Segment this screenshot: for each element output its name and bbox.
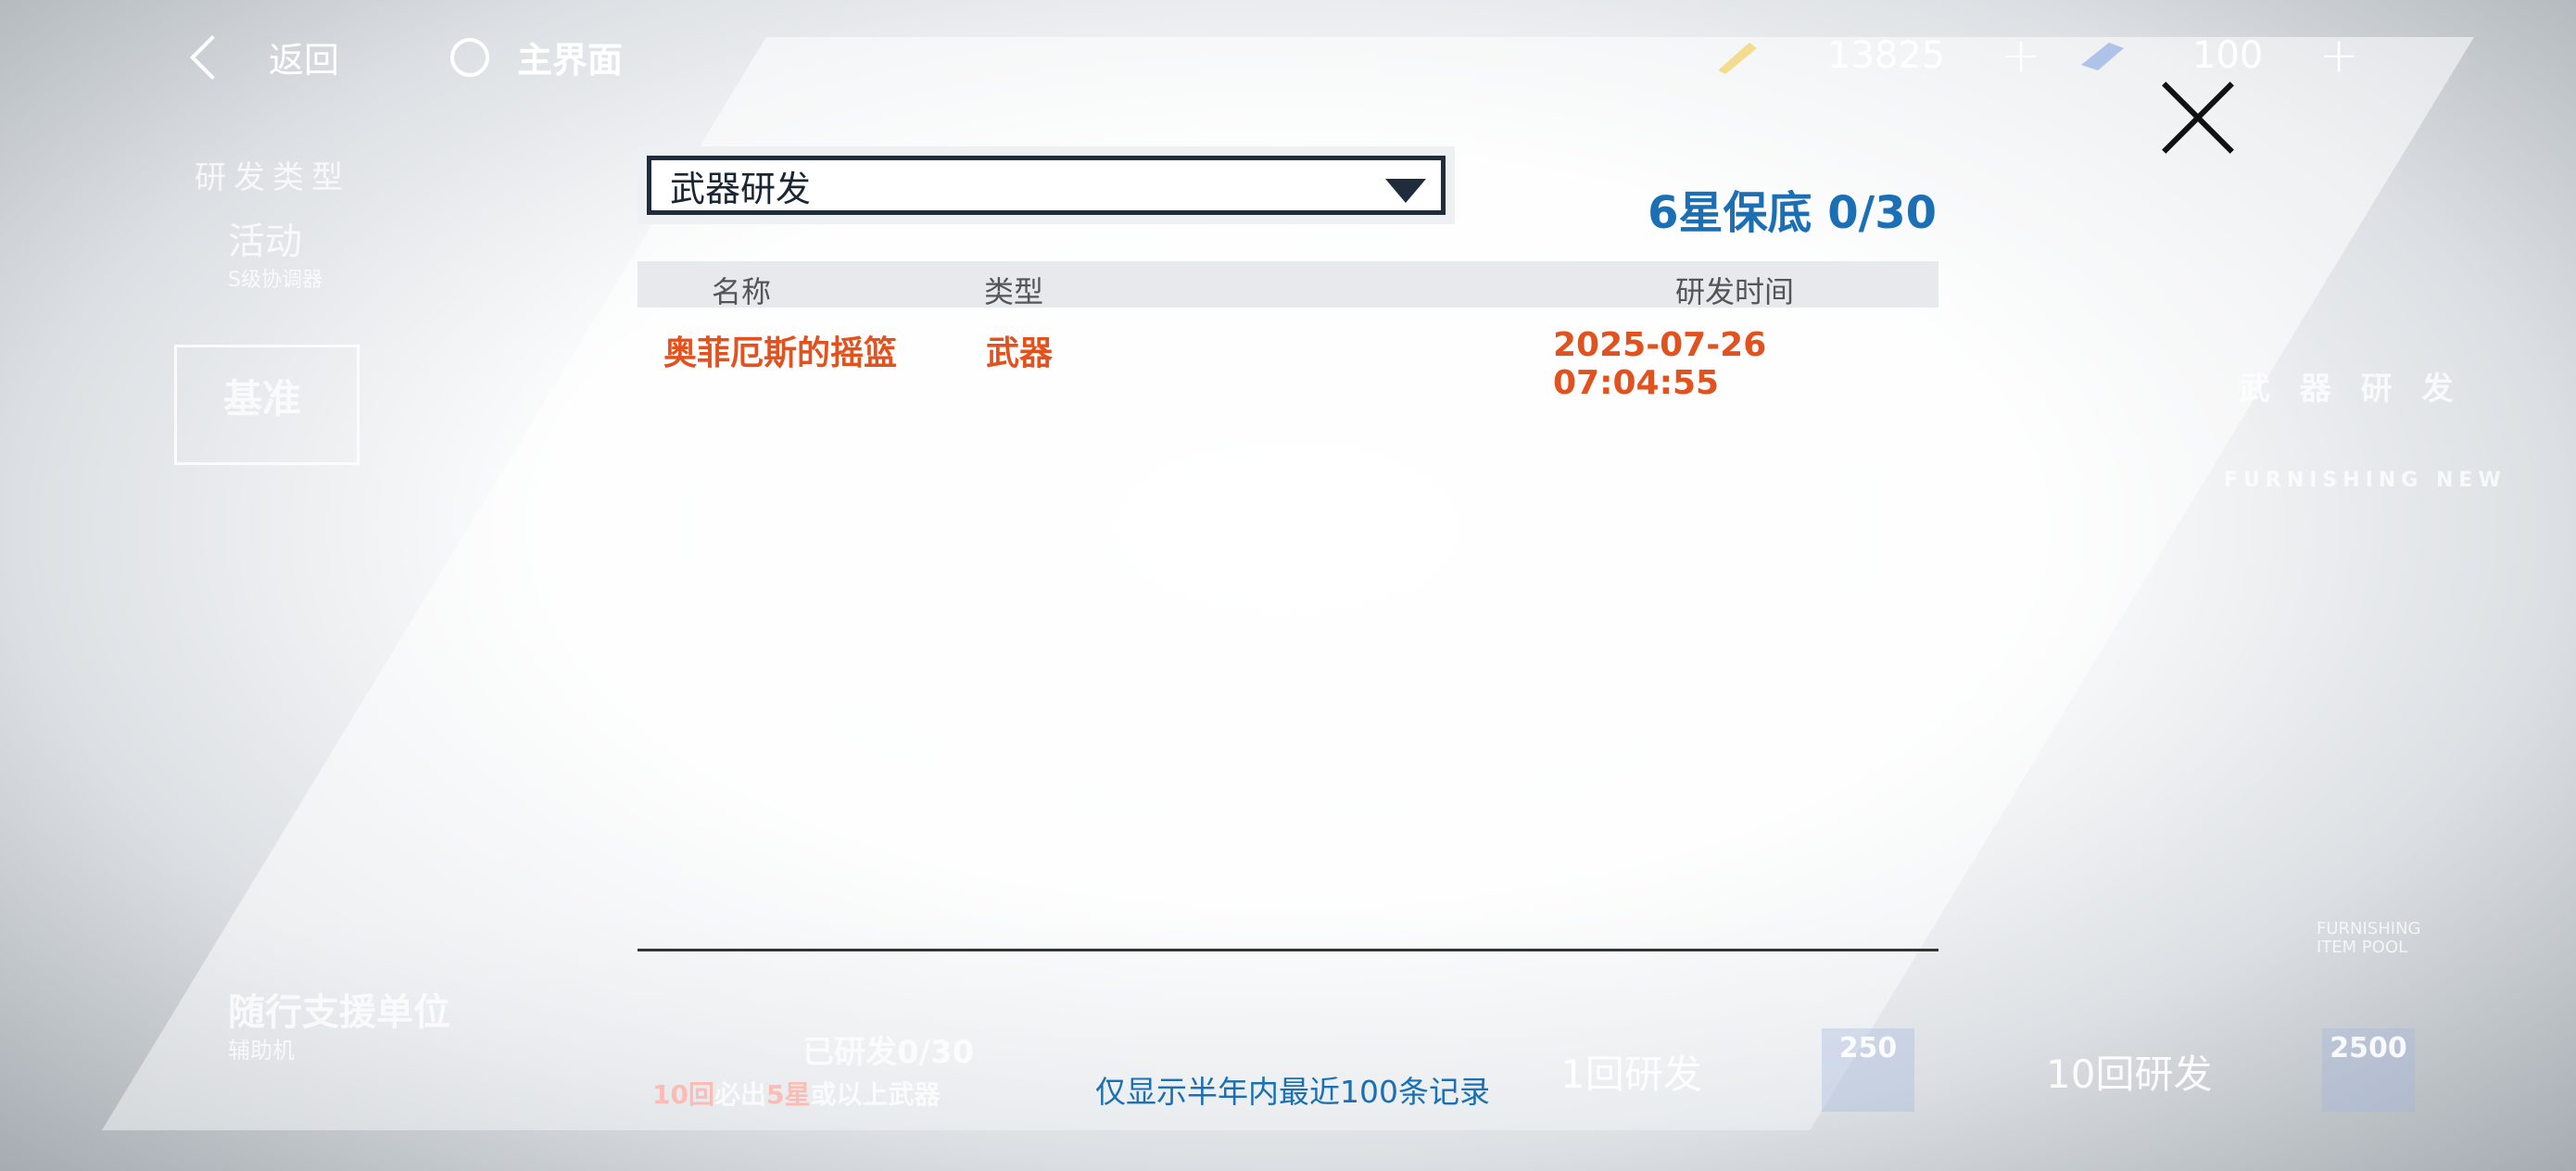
ten-draw-cost: 2500: [2322, 1028, 2415, 1112]
column-time: 研发时间: [1675, 274, 1795, 309]
back-button[interactable]: 返回: [189, 31, 340, 82]
pool-title: 武 器 研 发: [2239, 371, 2463, 408]
guarantee-rule-rest: 或以上武器: [810, 1079, 941, 1110]
guarantee-progress: 已研发0/30: [802, 1034, 975, 1071]
activity-sub: S级协调器: [228, 269, 322, 292]
guarantee-rule: 10回必出5星或以上武器: [652, 1075, 940, 1112]
record-name: 奥菲厄斯的摇篮: [663, 334, 898, 372]
history-note: 仅显示半年内最近100条记录: [1095, 1074, 1490, 1110]
currency-1-add-button[interactable]: +: [2001, 28, 2041, 83]
single-draw-cost-value: 250: [1838, 1032, 1898, 1064]
pool-dropdown[interactable]: 武器研发: [647, 156, 1446, 215]
standard-label: 基准: [223, 376, 302, 422]
back-label: 返回: [269, 40, 340, 81]
column-name: 名称: [712, 274, 772, 309]
guarantee-rule-star: 5星: [765, 1079, 811, 1110]
activity-item[interactable]: 活动: [228, 211, 302, 265]
ten-draw-cost-value: 2500: [2330, 1032, 2407, 1064]
pool-dropdown-value: 武器研发: [670, 168, 812, 209]
currency-2: 100 +: [2077, 28, 2359, 83]
history-dialog: 武器研发 6星保底 0/30 名称 类型 研发时间 奥菲厄斯的摇篮 武器 202…: [638, 148, 1938, 952]
table-row: 奥菲厄斯的摇篮 武器 2025-07-26 07:04:55: [638, 317, 1938, 402]
support-sub: 辅助机: [228, 1038, 295, 1064]
currency-2-add-button[interactable]: +: [2318, 28, 2359, 83]
triangle-down-icon: [1385, 179, 1426, 203]
home-label: 主界面: [517, 40, 624, 81]
single-draw-cost: 250: [1822, 1028, 1914, 1112]
ticket-currency-icon: [2081, 43, 2124, 70]
single-draw-button[interactable]: 1回研发: [1560, 1043, 1702, 1100]
guarantee-rule-must: 必出: [713, 1079, 766, 1110]
currency-2-value: 100: [2192, 34, 2264, 77]
guarantee-rule-count: 10回: [652, 1079, 714, 1110]
table-bottom-divider: [638, 949, 1938, 951]
chevron-left-icon: [189, 34, 235, 80]
pen-currency-icon: [1718, 43, 1757, 74]
section-title: 研发类型: [195, 159, 350, 196]
ten-draw-button[interactable]: 10回研发: [2046, 1043, 2212, 1100]
table-header: 名称 类型 研发时间: [638, 261, 1938, 309]
standard-item[interactable]: 基准: [174, 345, 360, 465]
record-time: 2025-07-26 07:04:55: [1553, 326, 1767, 402]
currency-1: 13825 +: [1712, 28, 2041, 83]
pool-sub-3: ITEM POOL: [2317, 938, 2408, 957]
pool-sub-2: FURNISHING: [2317, 919, 2421, 938]
support-item[interactable]: 随行支援单位: [228, 982, 450, 1036]
circle-icon: [450, 37, 489, 77]
pity-counter: 6星保底 0/30: [1648, 187, 1937, 239]
close-icon[interactable]: [2159, 80, 2235, 156]
column-type: 类型: [984, 274, 1044, 309]
home-button[interactable]: 主界面: [450, 31, 623, 82]
record-type: 武器: [986, 334, 1054, 372]
pool-sub-1: FURNISHING NEW: [2224, 469, 2507, 492]
currency-1-value: 13825: [1827, 34, 1946, 77]
